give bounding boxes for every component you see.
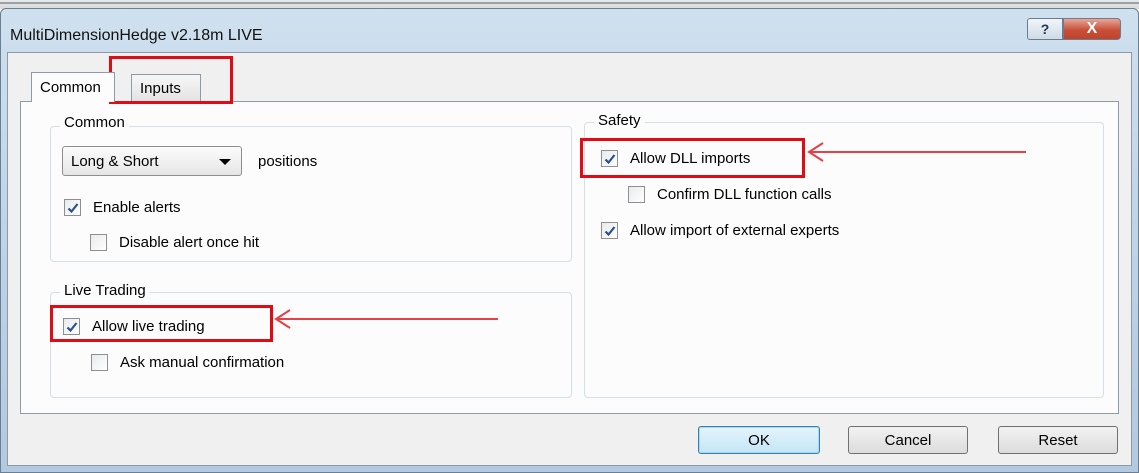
annotation-box-inputs-tab: [109, 56, 233, 104]
close-icon: X: [1086, 20, 1098, 37]
safety-group-label: Safety: [594, 112, 645, 129]
help-button[interactable]: ?: [1027, 18, 1063, 40]
ok-button-label: OK: [748, 431, 770, 449]
confirm-dll-function-calls-label: Confirm DLL function calls: [657, 186, 832, 203]
checkmark-icon: [67, 202, 78, 213]
ask-manual-confirmation-checkbox[interactable]: [91, 354, 108, 371]
common-group-label: Common: [60, 114, 129, 131]
annotation-box-allow-dll-imports: [580, 138, 805, 178]
reset-button[interactable]: Reset: [998, 426, 1118, 454]
ok-button[interactable]: OK: [698, 426, 820, 454]
annotation-arrow-live-trading: [274, 309, 498, 329]
cancel-button[interactable]: Cancel: [848, 426, 968, 454]
divider: [0, 2, 1139, 4]
checkmark-icon: [604, 225, 615, 236]
tab-common-label: Common: [40, 79, 101, 96]
positions-select[interactable]: Long & Short: [62, 146, 242, 176]
positions-select-value: Long & Short: [71, 152, 159, 170]
reset-button-label: Reset: [1038, 431, 1078, 449]
cancel-button-label: Cancel: [884, 431, 932, 449]
positions-label: positions: [258, 153, 318, 170]
chevron-down-icon: [219, 159, 231, 165]
help-icon: ?: [1040, 21, 1050, 37]
disable-alert-once-hit-label: Disable alert once hit: [119, 234, 260, 251]
tab-common[interactable]: Common: [31, 72, 115, 102]
disable-alert-once-hit-checkbox[interactable]: [90, 234, 107, 251]
allow-import-external-experts-label: Allow import of external experts: [630, 222, 840, 239]
close-button[interactable]: X: [1063, 18, 1121, 40]
ask-manual-confirmation-label: Ask manual confirmation: [120, 354, 285, 371]
annotation-box-allow-live-trading: [50, 305, 273, 342]
confirm-dll-function-calls-checkbox[interactable]: [628, 186, 645, 203]
live-trading-group-label: Live Trading: [60, 282, 150, 299]
allow-import-external-experts-checkbox[interactable]: [601, 222, 618, 239]
window-title: MultiDimensionHedge v2.18m LIVE: [10, 27, 263, 44]
enable-alerts-label: Enable alerts: [93, 199, 181, 216]
enable-alerts-checkbox[interactable]: [64, 199, 81, 216]
annotation-arrow-dll-imports: [807, 142, 1026, 162]
